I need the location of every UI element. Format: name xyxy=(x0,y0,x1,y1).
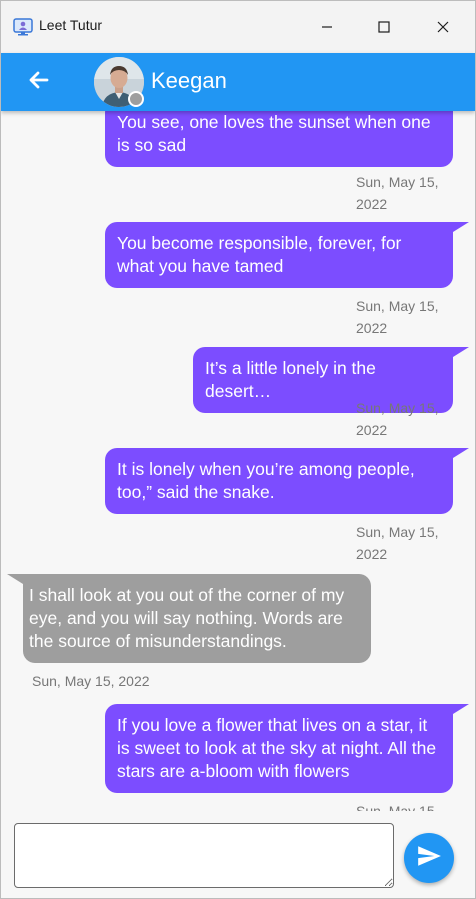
message-text: You become responsible, forever, for wha… xyxy=(117,233,402,276)
message-bubble-sent[interactable]: It is lonely when you’re among people, t… xyxy=(105,448,469,514)
close-button[interactable] xyxy=(429,13,457,41)
message-timestamp: Sun, May 15, 2022 xyxy=(356,400,439,438)
message-text: If you love a flower that lives on a sta… xyxy=(117,715,437,781)
message-timestamp: Sun, May 15, 2022 xyxy=(356,298,439,336)
message-input[interactable] xyxy=(14,823,394,888)
message-bubble-sent[interactable]: If you love a flower that lives on a sta… xyxy=(105,704,469,793)
maximize-button[interactable] xyxy=(370,13,398,41)
minimize-button[interactable] xyxy=(313,13,341,41)
message-list[interactable]: You see, one loves the sunset when one i… xyxy=(1,111,475,811)
send-button[interactable] xyxy=(404,833,454,883)
status-indicator xyxy=(128,91,144,107)
message-timestamp: Sun, May 15, 2022 xyxy=(32,673,150,689)
message-bubble-sent[interactable]: You see, one loves the sunset when one i… xyxy=(105,111,453,167)
back-button[interactable] xyxy=(23,66,55,98)
window-title: Leet Tutur xyxy=(39,17,103,33)
minimize-icon xyxy=(321,18,333,37)
app-window: Leet Tutur Keegan You see, one loves the… xyxy=(0,0,476,899)
arrow-left-icon xyxy=(27,68,51,96)
maximize-icon xyxy=(378,18,390,37)
contact-name[interactable]: Keegan xyxy=(151,68,227,94)
message-text: It is lonely when you’re among people, t… xyxy=(117,459,415,502)
send-icon xyxy=(416,843,442,873)
message-timestamp: Sun, May 15 xyxy=(356,803,435,811)
message-text: I shall look at you out of the corner of… xyxy=(29,585,345,651)
message-composer xyxy=(1,811,475,898)
app-monitor-icon xyxy=(13,17,33,37)
chat-app-bar: Keegan xyxy=(1,53,475,111)
close-icon xyxy=(437,18,449,37)
message-bubble-received[interactable]: I shall look at you out of the corner of… xyxy=(7,574,371,663)
message-timestamp: Sun, May 15, 2022 xyxy=(356,524,439,562)
title-bar[interactable]: Leet Tutur xyxy=(1,1,475,53)
message-timestamp: Sun, May 15, 2022 xyxy=(356,174,439,212)
message-text: It’s a little lonely in the desert… xyxy=(205,358,376,401)
message-bubble-sent[interactable]: You become responsible, forever, for wha… xyxy=(105,222,469,288)
message-text: You see, one loves the sunset when one i… xyxy=(117,112,431,155)
